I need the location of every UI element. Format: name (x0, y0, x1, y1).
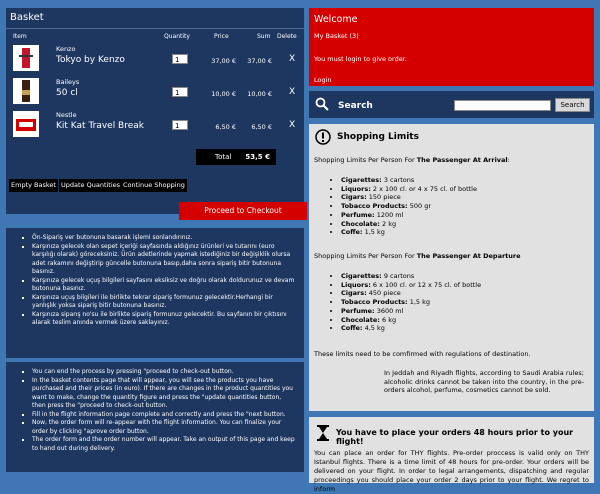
limit-item: Liquors: 2 x 100 cl. or 4 x 75 cl. of bo… (341, 185, 477, 194)
shopping-limits-panel: Shopping Limits Shopping Limits Per Pers… (309, 124, 594, 411)
search-panel: Search Search (309, 91, 594, 118)
instruction-item: Karşınıza siparış no'su ile birlikte sip… (32, 311, 296, 328)
quantity-input[interactable]: 1 (172, 87, 188, 97)
welcome-panel: Welcome My Basket (3) You must login to … (309, 8, 594, 86)
product-brand: Kenzo (56, 45, 76, 53)
instruction-item: You can end the process by pressing "pro… (32, 368, 296, 377)
empty-basket-button[interactable]: Empty Basket (9, 179, 58, 192)
col-quantity: Quantity (164, 33, 190, 40)
update-quantities-button[interactable]: Update Quantities (59, 179, 123, 192)
limit-item: Chocolate: 2 kg (341, 220, 477, 229)
total-label: Total (215, 153, 232, 161)
col-delete: Delete (277, 33, 297, 40)
basket-row: Baileys 50 cl 1 10,00 € 10,00 € X (6, 76, 304, 109)
departure-heading: The Passenger At Departure (416, 252, 521, 260)
instructions-tr-panel: Ön-Sipariş ver butonuna basarak işlemi s… (6, 228, 304, 358)
arrival-heading: The Passenger At Arrival (416, 156, 508, 164)
quantity-input[interactable]: 1 (172, 120, 188, 130)
sum-value: 10,00 € (247, 90, 272, 98)
product-brand: Baileys (56, 78, 80, 86)
welcome-title: Welcome (314, 14, 358, 25)
product-name[interactable]: 50 cl (56, 88, 79, 98)
search-button[interactable]: Search (555, 98, 590, 112)
col-sum: Sum (257, 33, 271, 40)
continue-shopping-button[interactable]: Continue Shopping (121, 179, 187, 192)
sum-value: 37,00 € (247, 57, 272, 65)
product-name[interactable]: Tokyo by Kenzo (56, 55, 125, 65)
search-input[interactable] (454, 100, 551, 111)
alert-icon (315, 129, 331, 145)
limit-item: Cigars: 150 piece (341, 193, 477, 202)
col-item: Item (13, 33, 27, 40)
basket-title: Basket (6, 8, 304, 29)
instruction-item: Fill in the flight information page comp… (32, 411, 296, 420)
limit-item: Cigarettes: 3 cartons (341, 176, 477, 185)
limit-item: Coffe: 4,5 kg (341, 324, 481, 333)
delete-button[interactable]: X (289, 54, 295, 64)
sum-value: 6,50 € (251, 123, 272, 131)
limit-item: Perfume: 1200 ml (341, 211, 477, 220)
saudi-arabia-note: In Jeddah and Riyadh flights, according … (384, 369, 584, 395)
warning-body: You can place an order for THY flights. … (314, 449, 589, 493)
basket-row: Nestle Kit Kat Travel Break 1 6,50 € 6,5… (6, 109, 304, 142)
limit-item: Tobacco Products: 500 gr (341, 202, 477, 211)
delete-button[interactable]: X (289, 120, 295, 130)
limits-title: Shopping Limits (337, 132, 419, 142)
product-brand: Nestle (56, 111, 77, 119)
delete-button[interactable]: X (289, 87, 295, 97)
arrival-limits-list: Cigarettes: 3 cartons Liquors: 2 x 100 c… (313, 176, 477, 237)
search-label: Search (338, 101, 373, 111)
departure-limits-list: Cigarettes: 9 cartons Liquors: 6 x 100 c… (313, 272, 481, 333)
limit-item: Tobacco Products: 1,5 kg (341, 298, 481, 307)
price-value: 10,00 € (211, 90, 236, 98)
basket-row: Kenzo Tokyo by Kenzo 1 37,00 € 37,00 € X (6, 43, 304, 76)
limit-item: Cigarettes: 9 cartons (341, 272, 481, 281)
warning-title: You have to place your orders 48 hours p… (336, 428, 574, 446)
limit-item: Chocolate: 6 kg (341, 316, 481, 325)
departure-intro: Shopping Limits Per Person For The Passe… (314, 252, 521, 260)
price-value: 6,50 € (215, 123, 236, 131)
hourglass-icon (317, 425, 329, 441)
instruction-item: The order form and the order number will… (32, 436, 296, 453)
instruction-item: In the basket contents page that will ap… (32, 377, 296, 411)
checkout-button[interactable]: Proceed to Checkout (179, 202, 307, 220)
instructions-en-panel: You can end the process by pressing "pro… (6, 362, 304, 472)
limit-item: Liquors: 6 x 100 cl. or 12 x 75 cl. of b… (341, 281, 481, 290)
instruction-item: Now, the order form will re-appear with … (32, 419, 296, 436)
limit-item: Perfume: 3600 ml (341, 307, 481, 316)
instruction-item: Ön-Sipariş ver butonuna basarak işlemi s… (32, 234, 296, 243)
product-name[interactable]: Kit Kat Travel Break (56, 121, 144, 131)
instruction-item: Karşınıza uçuş bilgileri ile birlikte te… (32, 294, 296, 311)
product-image-kenzo[interactable] (13, 45, 39, 71)
instruction-item: Karşınıza gelecek olan sepet içeriği say… (32, 243, 296, 277)
instruction-item: Karşınıza gelecek uçuş bilgileri sayfası… (32, 277, 296, 294)
arrival-intro: Shopping Limits Per Person For The Passe… (314, 156, 510, 164)
total-row: Total 53,5 € (196, 149, 276, 165)
login-message: You must login to give order. (314, 55, 407, 63)
product-image-baileys[interactable] (13, 78, 39, 104)
limits-note: These limits need to be comfirmed with r… (314, 350, 531, 358)
login-link[interactable]: Login (314, 76, 332, 84)
my-basket-link[interactable]: My Basket (3) (314, 32, 359, 40)
order-warning-panel: You have to place your orders 48 hours p… (309, 417, 594, 493)
search-icon (315, 97, 329, 111)
col-price: Price (214, 33, 229, 40)
quantity-input[interactable]: 1 (172, 54, 188, 64)
total-value: 53,5 € (245, 153, 270, 161)
product-image-kitkat[interactable] (13, 111, 39, 137)
limit-item: Cigars: 450 piece (341, 289, 481, 298)
price-value: 37,00 € (211, 57, 236, 65)
limit-item: Coffe: 1,5 kg (341, 228, 477, 237)
basket-columns: Item Quantity Price Sum Delete (6, 29, 304, 43)
basket-panel: Basket Item Quantity Price Sum Delete Ke… (6, 8, 307, 220)
